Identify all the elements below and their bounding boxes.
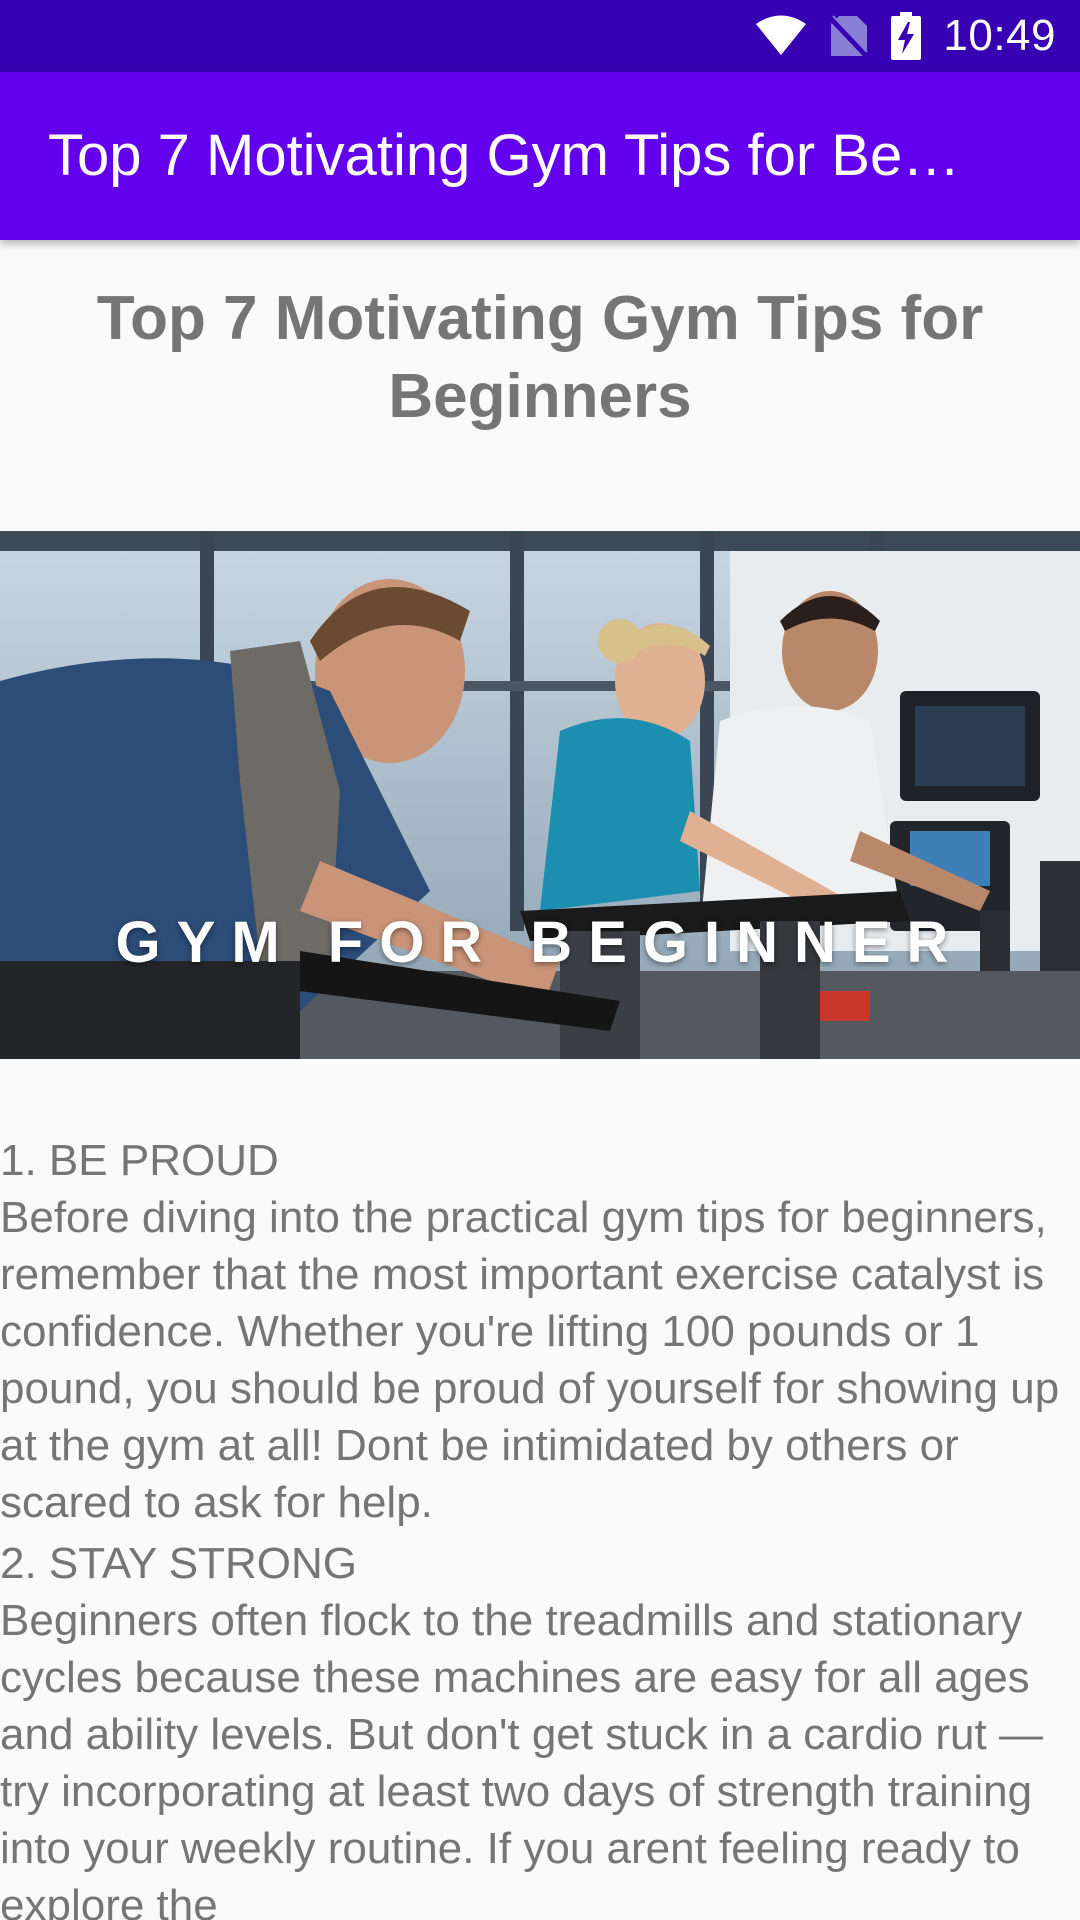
tip-text: Before diving into the practical gym tip…: [0, 1193, 1060, 1527]
article-body: 1. BE PROUD Before diving into the pract…: [0, 1132, 1080, 1920]
tip-item: 2. STAY STRONG Beginners often flock to …: [0, 1535, 1080, 1920]
app-bar: Top 7 Motivating Gym Tips for Beginners: [0, 72, 1080, 240]
battery-charging-icon: [891, 12, 922, 60]
hero-caption: GYM FOR BEGINNER: [115, 910, 965, 975]
screen: 10:49 Top 7 Motivating Gym Tips for Begi…: [0, 0, 1080, 1920]
wifi-icon: [755, 15, 807, 57]
hero-image: GYM FOR BEGINNER: [0, 531, 1080, 1059]
article-title: Top 7 Motivating Gym Tips for Beginners: [96, 284, 984, 431]
tip-heading: 1. BE PROUD: [0, 1136, 279, 1185]
status-icons: 10:49: [755, 0, 1056, 72]
tip-heading: 2. STAY STRONG: [0, 1539, 357, 1588]
tip-text: Beginners often flock to the treadmills …: [0, 1596, 1043, 1920]
app-bar-title: Top 7 Motivating Gym Tips for Beginners: [48, 123, 988, 188]
article-content[interactable]: Top 7 Motivating Gym Tips for Beginners: [0, 240, 1080, 1920]
tip-item: 1. BE PROUD Before diving into the pract…: [0, 1132, 1080, 1531]
status-bar: 10:49: [0, 0, 1080, 72]
no-sim-icon: [829, 14, 870, 58]
status-time: 10:49: [943, 11, 1056, 60]
